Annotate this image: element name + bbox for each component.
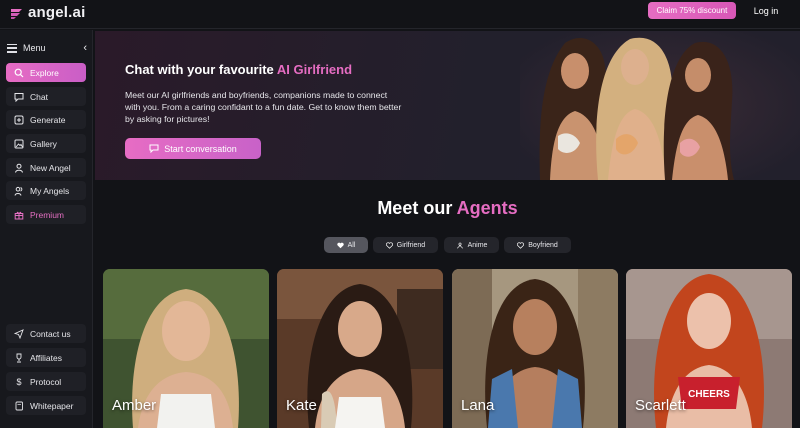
sidebar-item-new-angel[interactable]: New Angel <box>6 158 86 177</box>
agent-name: Amber <box>112 397 157 414</box>
anime-icon <box>456 242 463 249</box>
sidebar-item-label: Whitepaper <box>30 400 74 411</box>
hero-title-accent: AI Girlfriend <box>276 62 353 77</box>
start-conversation-button[interactable]: Start conversation <box>125 138 261 159</box>
sidebar-item-label: Gallery <box>30 138 57 149</box>
gift-icon <box>14 210 24 220</box>
sidebar-item-label: Generate <box>30 114 66 125</box>
login-button[interactable]: Log in <box>746 2 786 19</box>
image-icon <box>14 139 24 149</box>
users-icon <box>14 186 24 196</box>
claim-discount-button[interactable]: Claim 75% discount <box>648 2 736 19</box>
sidebar-item-contact[interactable]: Contact us <box>6 324 86 343</box>
chat-icon <box>149 144 159 153</box>
plus-square-icon <box>14 115 24 125</box>
heart-outline-icon <box>385 241 393 249</box>
hero-banner: Chat with your favourite AI Girlfriend M… <box>95 31 800 180</box>
agents-section-title: Meet our Agents <box>95 198 800 219</box>
sidebar-item-premium[interactable]: Premium <box>6 205 86 224</box>
filter-label: Anime <box>467 241 488 249</box>
heart-outline-icon <box>517 241 525 249</box>
sidebar-item-label: Affiliates <box>30 352 62 363</box>
agent-name: Lana <box>461 397 495 414</box>
sidebar-item-whitepaper[interactable]: Whitepaper <box>6 396 86 415</box>
sidebar-item-label: Explore <box>30 67 59 78</box>
trophy-icon <box>14 353 24 363</box>
filter-anime[interactable]: Anime <box>444 237 499 253</box>
sidebar-item-gallery[interactable]: Gallery <box>6 134 86 153</box>
logo-icon <box>11 8 22 19</box>
chevron-left-icon[interactable]: ‹ <box>83 42 87 54</box>
hero-image <box>520 31 800 180</box>
sidebar-item-label: Protocol <box>30 376 62 387</box>
sidebar-item-my-angels[interactable]: My Angels <box>6 181 86 200</box>
sidebar-item-protocol[interactable]: $ Protocol <box>6 372 86 391</box>
agents-title-prefix: Meet our <box>377 198 457 218</box>
brand-name: angel.ai <box>28 4 86 21</box>
filter-all[interactable]: All <box>324 237 368 253</box>
agent-name: Scarlett <box>635 397 686 414</box>
menu-label: Menu <box>23 43 46 53</box>
sidebar-item-label: My Angels <box>30 185 70 196</box>
brand-logo[interactable]: angel.ai <box>10 4 85 21</box>
agent-name: Kate <box>286 397 317 414</box>
dollar-icon: $ <box>16 376 22 387</box>
hero-title-prefix: Chat with your favourite <box>125 62 277 77</box>
filter-label: Girlfriend <box>396 241 426 249</box>
filter-label: Boyfriend <box>528 241 558 249</box>
sidebar-item-label: Contact us <box>30 328 71 339</box>
hero-description: Meet our AI girlfriends and boyfriends, … <box>125 90 402 125</box>
filter-label: All <box>347 241 356 249</box>
sidebar-item-label: Chat <box>30 91 48 102</box>
sidebar-item-explore[interactable]: Explore <box>6 63 86 82</box>
svg-text:CHEERS: CHEERS <box>688 389 730 400</box>
book-icon <box>14 401 24 411</box>
send-icon <box>14 328 24 339</box>
menu-header: Menu ‹ <box>7 41 87 55</box>
sidebar-item-generate[interactable]: Generate <box>6 110 86 129</box>
sidebar-item-affiliates[interactable]: Affiliates <box>6 348 86 367</box>
sidebar-item-label: Premium <box>30 209 65 220</box>
top-bar: angel.ai Claim 75% discount Log in <box>0 0 800 29</box>
start-conversation-label: Start conversation <box>164 143 237 154</box>
user-icon <box>14 163 24 173</box>
agent-card-lana[interactable]: Lana <box>452 269 618 428</box>
agent-card-scarlett[interactable]: CHEERS Scarlett <box>626 269 792 428</box>
chat-icon <box>14 92 24 102</box>
sidebar-item-label: New Angel <box>30 162 71 173</box>
agent-card-amber[interactable]: Amber <box>103 269 269 428</box>
sidebar: Menu ‹ Explore Chat Generate Gallery New… <box>0 30 93 428</box>
search-icon <box>14 68 24 78</box>
agent-card-kate[interactable]: Kate <box>277 269 443 428</box>
filter-boyfriend[interactable]: Boyfriend <box>504 237 571 253</box>
hamburger-icon[interactable] <box>7 43 17 53</box>
hero-title: Chat with your favourite AI Girlfriend <box>125 62 352 77</box>
sidebar-item-chat[interactable]: Chat <box>6 87 86 106</box>
heart-icon <box>336 242 344 248</box>
agents-title-accent: Agents <box>456 198 518 218</box>
filter-girlfriend[interactable]: Girlfriend <box>373 237 438 253</box>
